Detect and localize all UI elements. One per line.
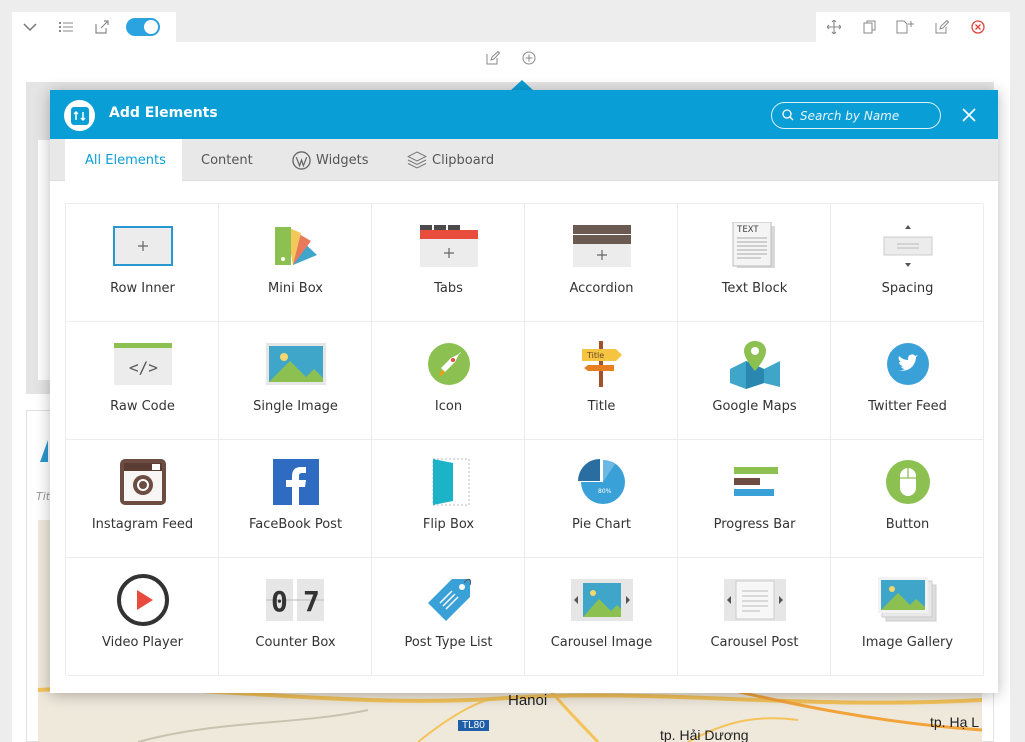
add-elements-modal: Add Elements All Elements Content Widget… xyxy=(50,90,998,693)
move-icon[interactable] xyxy=(816,12,852,42)
search-input[interactable] xyxy=(800,108,930,123)
tab-clipboard[interactable]: Clipboard xyxy=(407,139,494,181)
collapse-chevron-icon[interactable] xyxy=(12,12,48,42)
mouse-button-icon xyxy=(831,456,984,508)
layers-icon xyxy=(407,151,427,169)
map-city-label: Hanoi xyxy=(508,692,548,709)
map-road-badge: TL80 xyxy=(458,720,489,731)
element-counter-box[interactable]: 07 Counter Box xyxy=(219,558,372,676)
tab-all-elements[interactable]: All Elements xyxy=(65,139,182,182)
element-tabs[interactable]: Tabs xyxy=(372,204,525,322)
element-icon[interactable]: Icon xyxy=(372,322,525,440)
video-player-icon xyxy=(66,574,219,626)
edit-icon[interactable] xyxy=(924,12,960,42)
svg-text:</>: </> xyxy=(129,358,158,377)
modal-header: Add Elements xyxy=(50,90,998,139)
elements-grid: Row Inner Mini Box Tabs Accordion TEXT T… xyxy=(65,203,984,676)
element-mini-box[interactable]: Mini Box xyxy=(219,204,372,322)
single-image-icon xyxy=(219,338,372,390)
element-progress-bar[interactable]: Progress Bar xyxy=(678,440,831,558)
row-tools xyxy=(486,50,536,70)
tabs-icon xyxy=(372,220,525,272)
svg-text:80%: 80% xyxy=(598,488,612,495)
element-image-gallery[interactable]: Image Gallery xyxy=(831,558,984,676)
price-tag-icon xyxy=(372,574,525,626)
close-button[interactable] xyxy=(957,103,981,127)
background-text: Tit xyxy=(36,490,51,503)
export-icon[interactable] xyxy=(84,12,120,42)
svg-text:TEXT: TEXT xyxy=(737,225,759,235)
instagram-icon xyxy=(66,456,219,508)
element-raw-code[interactable]: </> Raw Code xyxy=(66,322,219,440)
raw-code-icon: </> xyxy=(66,338,219,390)
svg-text:7: 7 xyxy=(303,585,320,618)
add-circle-icon[interactable] xyxy=(522,50,536,70)
element-row-inner[interactable]: Row Inner xyxy=(66,204,219,322)
title-signpost-icon: Title xyxy=(525,338,678,390)
flip-box-icon xyxy=(372,456,525,508)
element-carousel-image[interactable]: Carousel Image xyxy=(525,558,678,676)
element-accordion[interactable]: Accordion xyxy=(525,204,678,322)
element-facebook-post[interactable]: FaceBook Post xyxy=(219,440,372,558)
svg-text:0: 0 xyxy=(271,585,288,618)
background-shape xyxy=(40,440,48,462)
add-page-icon[interactable] xyxy=(888,12,924,42)
close-icon xyxy=(962,108,976,122)
search-icon xyxy=(782,106,794,125)
mini-box-icon xyxy=(219,220,372,272)
text-block-icon: TEXT xyxy=(678,220,831,272)
progress-bar-icon xyxy=(678,456,831,508)
edit-row-icon[interactable] xyxy=(486,50,501,70)
element-carousel-post[interactable]: Carousel Post xyxy=(678,558,831,676)
accordion-icon xyxy=(525,220,678,272)
wordpress-icon xyxy=(292,150,311,170)
element-google-maps[interactable]: Google Maps xyxy=(678,322,831,440)
image-gallery-icon xyxy=(831,574,984,626)
pie-chart-icon: 80% xyxy=(525,456,678,508)
modal-title: Add Elements xyxy=(109,105,218,121)
element-single-image[interactable]: Single Image xyxy=(219,322,372,440)
visibility-toggle[interactable] xyxy=(126,18,160,36)
row-inner-icon xyxy=(66,220,219,272)
element-twitter-feed[interactable]: Twitter Feed xyxy=(831,322,984,440)
element-instagram-feed[interactable]: Instagram Feed xyxy=(66,440,219,558)
list-icon[interactable] xyxy=(48,12,84,42)
element-post-type-list[interactable]: Post Type List xyxy=(372,558,525,676)
element-title[interactable]: Title Title xyxy=(525,322,678,440)
counter-box-icon: 07 xyxy=(219,574,372,626)
carousel-image-icon xyxy=(525,574,678,626)
map-town-label: tp. Hải Dương xyxy=(660,727,749,742)
element-spacing[interactable]: Spacing xyxy=(831,204,984,322)
builder-toolbar-left xyxy=(12,12,176,42)
copy-icon[interactable] xyxy=(852,12,888,42)
element-flip-box[interactable]: Flip Box xyxy=(372,440,525,558)
twitter-icon xyxy=(831,338,984,390)
tabs-bar: All Elements Content Widgets Clipboard xyxy=(50,139,998,182)
element-button[interactable]: Button xyxy=(831,440,984,558)
tab-widgets[interactable]: Widgets xyxy=(292,139,369,181)
facebook-icon xyxy=(219,456,372,508)
element-pie-chart[interactable]: 80% Pie Chart xyxy=(525,440,678,558)
carousel-post-icon xyxy=(678,574,831,626)
google-maps-icon xyxy=(678,338,831,390)
svg-text:Title: Title xyxy=(586,351,604,360)
search-box[interactable] xyxy=(771,102,941,129)
tab-content[interactable]: Content xyxy=(201,139,253,181)
delete-icon[interactable] xyxy=(960,12,996,42)
rocket-icon xyxy=(372,338,525,390)
builder-logo-icon xyxy=(64,100,95,131)
spacing-icon xyxy=(831,220,984,272)
map-town-label-2: tp. Hạ L xyxy=(930,714,980,730)
element-text-block[interactable]: TEXT Text Block xyxy=(678,204,831,322)
element-video-player[interactable]: Video Player xyxy=(66,558,219,676)
builder-toolbar-right xyxy=(816,12,1010,42)
